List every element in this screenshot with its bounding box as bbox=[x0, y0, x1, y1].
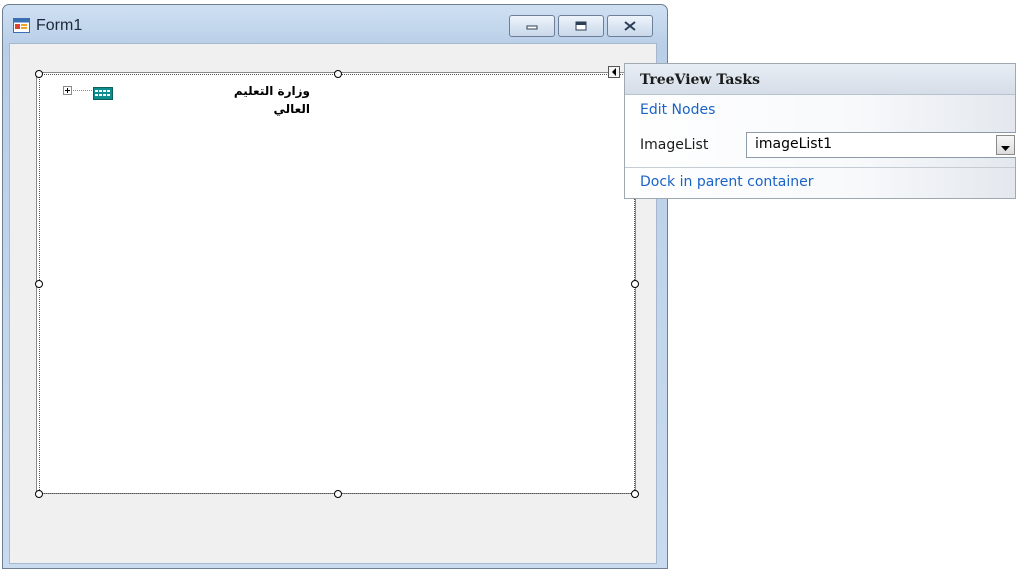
resize-handle-tm[interactable] bbox=[334, 70, 342, 78]
imagelist-combobox[interactable]: imageList1 bbox=[746, 132, 1016, 158]
resize-handle-br[interactable] bbox=[631, 490, 639, 498]
chevron-down-icon bbox=[1001, 136, 1010, 155]
window-title: Form1 bbox=[36, 17, 83, 34]
resize-handle-tl[interactable] bbox=[35, 70, 43, 78]
minimize-button[interactable] bbox=[509, 15, 555, 37]
close-button[interactable] bbox=[607, 15, 653, 37]
resize-handle-bm[interactable] bbox=[334, 490, 342, 498]
resize-handle-mr[interactable] bbox=[631, 280, 639, 288]
title-bar[interactable]: Form1 bbox=[3, 5, 667, 45]
minimize-icon bbox=[510, 16, 554, 36]
maximize-icon bbox=[559, 16, 603, 36]
divider bbox=[625, 167, 1015, 168]
treeview-tasks-panel: TreeView Tasks Edit Nodes ImageList imag… bbox=[624, 63, 1016, 199]
imagelist-value: imageList1 bbox=[755, 136, 832, 152]
smart-tag-arrow-icon[interactable] bbox=[608, 66, 620, 78]
tasks-title: TreeView Tasks bbox=[640, 72, 760, 88]
maximize-button[interactable] bbox=[558, 15, 604, 37]
close-icon bbox=[608, 16, 652, 36]
tree-node-label[interactable]: وزارة التعليم العالي bbox=[214, 82, 310, 116]
form-icon[interactable] bbox=[13, 18, 30, 33]
resize-handle-bl[interactable] bbox=[35, 490, 43, 498]
imagelist-label: ImageList bbox=[640, 137, 709, 153]
edit-nodes-link[interactable]: Edit Nodes bbox=[640, 102, 715, 118]
treeview[interactable] bbox=[36, 72, 636, 494]
resize-handle-ml[interactable] bbox=[35, 280, 43, 288]
tasks-header: TreeView Tasks bbox=[625, 64, 1015, 95]
dropdown-button[interactable] bbox=[996, 135, 1015, 155]
dock-in-parent-link[interactable]: Dock in parent container bbox=[640, 174, 814, 190]
